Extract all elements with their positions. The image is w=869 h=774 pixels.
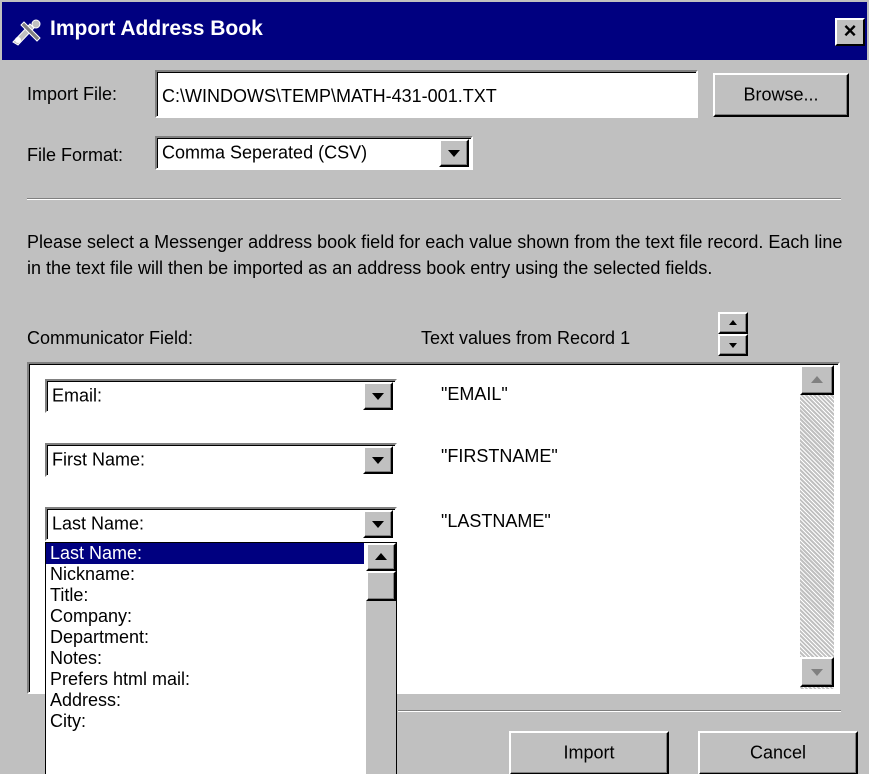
import-file-input[interactable]: C:\WINDOWS\TEMP\MATH-431-001.TXT xyxy=(155,70,698,118)
chevron-down-icon xyxy=(448,150,460,157)
file-format-value: Comma Seperated (CSV) xyxy=(162,142,368,163)
field-select-row-3[interactable]: Last Name: xyxy=(45,507,397,541)
chevron-up-icon xyxy=(375,553,387,560)
dropdown-option[interactable]: Department: xyxy=(46,627,364,648)
title-bar[interactable]: Import Address Book × xyxy=(2,2,867,60)
separator xyxy=(27,198,841,200)
dropdown-scroll-track[interactable] xyxy=(366,601,396,774)
file-format-dropdown-button[interactable] xyxy=(439,139,469,167)
field-dropdown-button[interactable] xyxy=(363,446,393,474)
dropdown-option[interactable]: Company: xyxy=(46,606,364,627)
browse-button[interactable]: Browse... xyxy=(713,73,849,117)
dropdown-option[interactable]: Notes: xyxy=(46,648,364,669)
field-dropdown-list[interactable]: Last Name: Nickname: Title: Company: Departm… xyxy=(45,542,397,774)
field-dropdown-button[interactable] xyxy=(363,510,393,538)
record-value-row-2: "FIRSTNAME" xyxy=(441,446,558,466)
close-icon: × xyxy=(843,18,857,43)
browse-button-label: Browse... xyxy=(743,84,819,105)
record-down-button[interactable] xyxy=(718,334,748,356)
dropdown-scroll-thumb[interactable] xyxy=(366,571,396,601)
separator xyxy=(398,710,841,712)
dropdown-option[interactable]: Last Name: xyxy=(46,543,364,564)
file-format-label: File Format: xyxy=(27,145,124,165)
field-dropdown-button[interactable] xyxy=(363,382,393,410)
chevron-down-icon xyxy=(372,457,384,464)
field-select-value: First Name: xyxy=(52,449,146,470)
instructions-text: Please select a Messenger address book f… xyxy=(27,232,843,278)
file-format-select[interactable]: Comma Seperated (CSV) xyxy=(155,136,473,170)
record-value-row-1: "EMAIL" xyxy=(441,384,508,404)
communicator-field-header: Communicator Field: xyxy=(27,328,194,348)
dropdown-option[interactable]: Prefers html mail: xyxy=(46,669,364,690)
record-value-row-3: "LASTNAME" xyxy=(441,511,551,531)
chevron-up-icon xyxy=(811,376,823,383)
address-book-app-icon xyxy=(10,18,46,46)
import-button[interactable]: Import xyxy=(509,731,669,774)
panel-scroll-down-button[interactable] xyxy=(800,657,834,687)
window-title: Import Address Book xyxy=(50,17,263,40)
chevron-down-icon xyxy=(811,669,823,676)
text-values-header: Text values from Record 1 xyxy=(421,328,631,348)
import-file-label: Import File: xyxy=(27,84,118,104)
import-button-label: Import xyxy=(563,742,615,763)
field-select-row-2[interactable]: First Name: xyxy=(45,443,397,477)
cancel-button[interactable]: Cancel xyxy=(698,731,858,774)
chevron-up-icon xyxy=(729,320,737,325)
dropdown-option[interactable]: Nickname: xyxy=(46,564,364,585)
close-button[interactable]: × xyxy=(835,18,865,46)
dropdown-option[interactable]: City: xyxy=(46,711,364,732)
dropdown-option[interactable]: Title: xyxy=(46,585,364,606)
field-select-value: Last Name: xyxy=(52,513,145,534)
import-address-book-dialog: Import Address Book × Import File: C:\WI… xyxy=(0,0,869,774)
record-up-button[interactable] xyxy=(718,312,748,334)
field-select-value: Email: xyxy=(52,385,103,406)
dropdown-option[interactable]: Address: xyxy=(46,690,364,711)
chevron-down-icon xyxy=(729,343,737,348)
cancel-button-label: Cancel xyxy=(749,742,807,763)
dropdown-options: Last Name: Nickname: Title: Company: Departm… xyxy=(46,543,364,732)
field-select-row-1[interactable]: Email: xyxy=(45,379,397,413)
chevron-down-icon xyxy=(372,521,384,528)
panel-scroll-up-button[interactable] xyxy=(800,365,834,395)
dropdown-scrollbar[interactable] xyxy=(366,543,396,774)
import-file-path: C:\WINDOWS\TEMP\MATH-431-001.TXT xyxy=(162,86,497,106)
dropdown-scroll-up-button[interactable] xyxy=(366,543,396,571)
panel-scrollbar[interactable] xyxy=(800,365,834,689)
chevron-down-icon xyxy=(372,393,384,400)
